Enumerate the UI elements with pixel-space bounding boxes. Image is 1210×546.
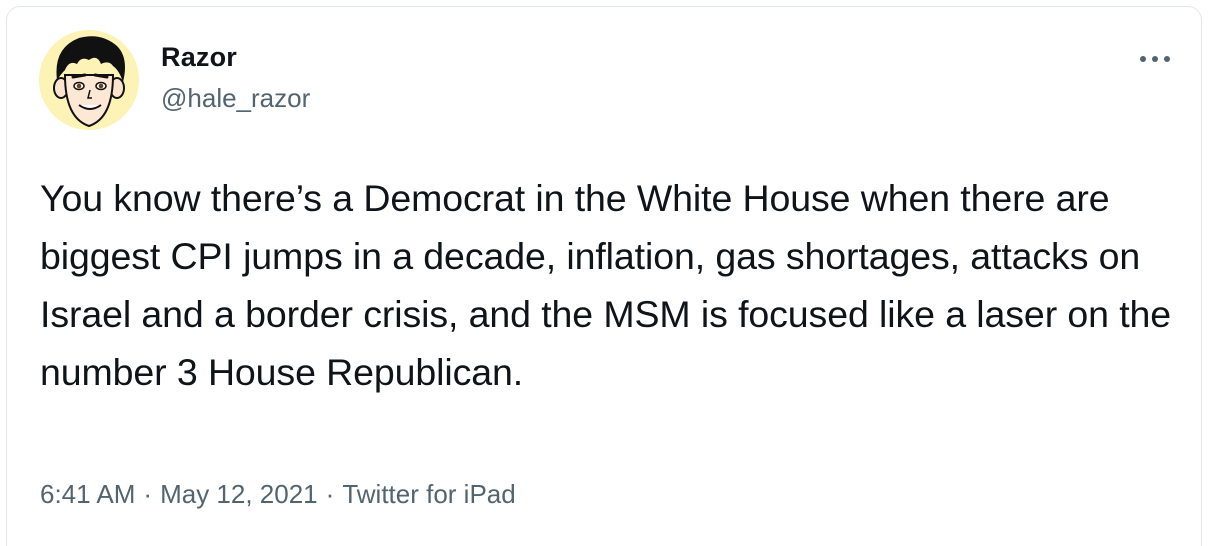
more-horizontal-icon — [1140, 56, 1170, 62]
tweet-text: You know there’s a Democrat in the White… — [40, 177, 1172, 393]
more-options-button[interactable] — [1133, 45, 1177, 73]
tweet-time[interactable]: 6:41 AM — [40, 479, 135, 509]
author-handle[interactable]: @hale_razor — [161, 83, 310, 114]
tweet-source[interactable]: Twitter for iPad — [342, 479, 515, 509]
cartoon-face-avatar-icon — [39, 30, 139, 130]
tweet-date[interactable]: May 12, 2021 — [160, 479, 318, 509]
author-name[interactable]: Razor — [161, 42, 237, 73]
tweet-card: Razor @hale_razor You know there’s a Dem… — [6, 6, 1202, 546]
tweet-metadata: 6:41 AM · May 12, 2021 · Twitter for iPad — [40, 479, 516, 510]
separator: · — [325, 479, 335, 509]
avatar[interactable] — [39, 30, 139, 130]
separator: · — [143, 479, 153, 509]
